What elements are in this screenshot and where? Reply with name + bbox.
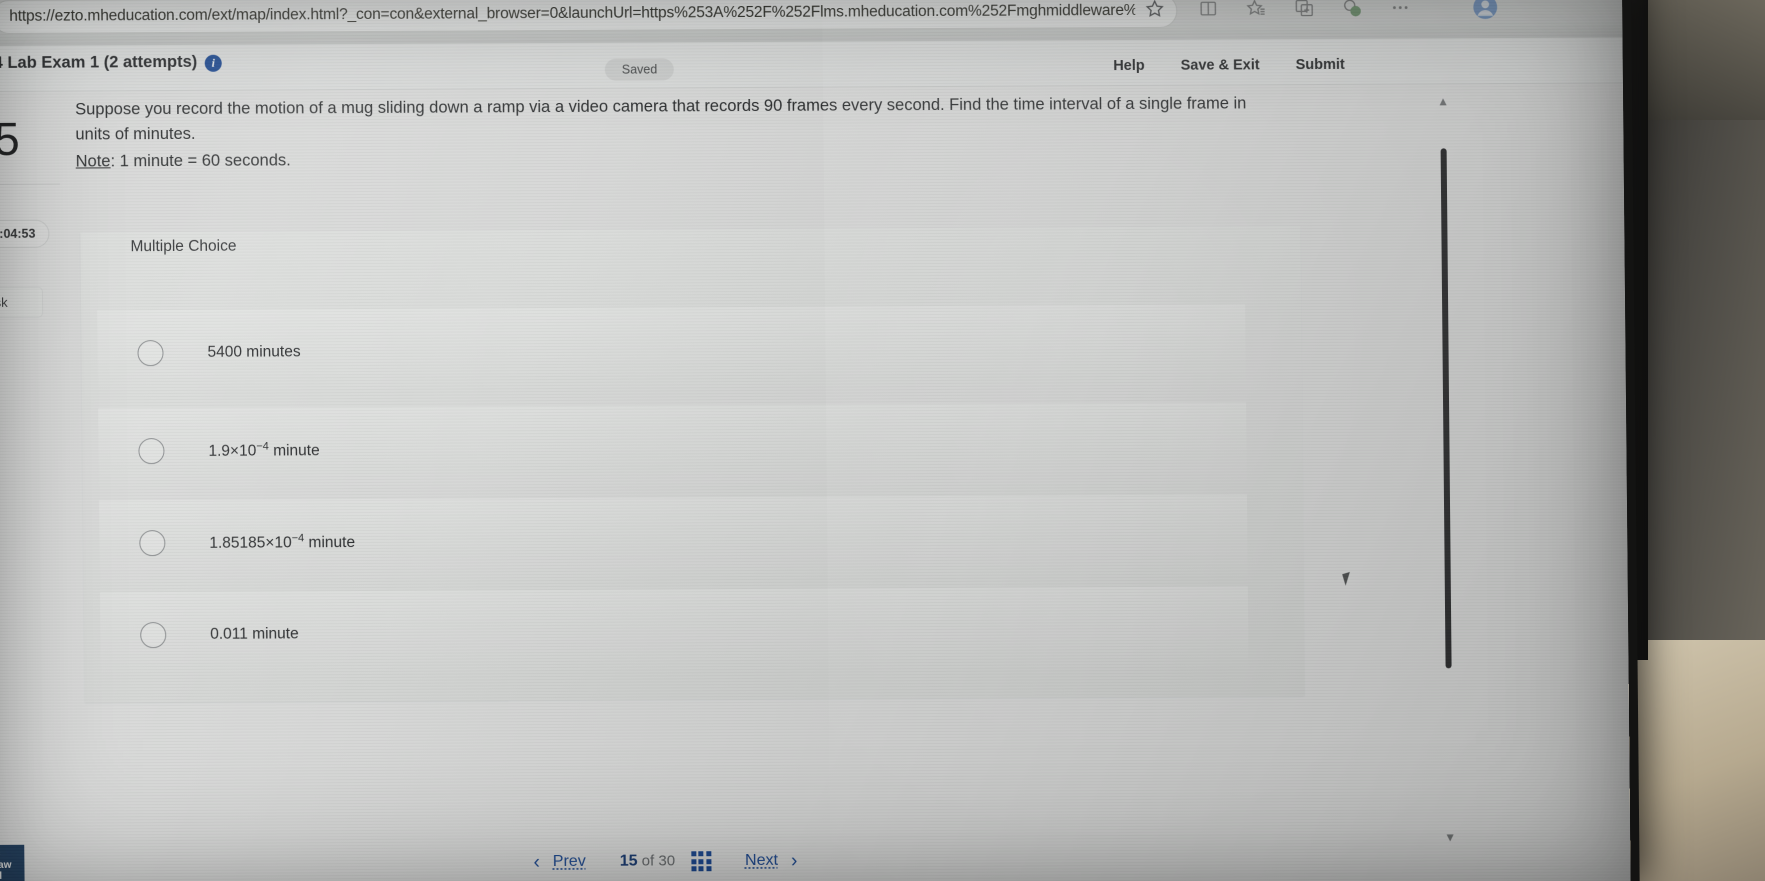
answer-option-c[interactable]: 1.85185×10−4 minute — [98, 494, 1248, 587]
submit-button[interactable]: Submit — [1296, 57, 1345, 73]
option-b-unit: minute — [268, 442, 320, 460]
answer-option-d-label: 0.011 minute — [210, 625, 299, 643]
question-type-label: Multiple Choice — [130, 237, 237, 256]
next-label: Next — [745, 851, 779, 870]
question-grid-icon[interactable] — [690, 851, 712, 872]
exam-header: ek 4 Lab Exam 1 (2 attempts) i Saved Hel… — [0, 37, 1623, 92]
exam-timer: 01:04:53 — [0, 219, 50, 249]
save-and-exit-button[interactable]: Save & Exit — [1181, 57, 1260, 73]
scroll-up-arrow[interactable]: ▲ — [1437, 94, 1449, 108]
question-number: 15 — [0, 112, 19, 166]
answer-option-b-label: 1.9×10−4 minute — [208, 440, 319, 461]
browser-toolbar-icons — [1198, 0, 1498, 27]
monitor-screen: https://ezto.mheducation.com/ext/map/ind… — [0, 0, 1631, 881]
scrollbar-thumb[interactable] — [1440, 148, 1452, 669]
logo-line-1: Mc — [0, 848, 24, 860]
ask-button[interactable]: Ask — [0, 286, 44, 319]
header-actions: Help Save & Exit Submit — [1113, 57, 1345, 74]
answer-card: Multiple Choice 5400 minutes 1.9×10−4 mi… — [80, 226, 1305, 703]
chevron-left-icon: ‹ — [533, 851, 540, 873]
mcgraw-hill-logo: Mc Graw Hill — [0, 844, 25, 881]
answer-option-b[interactable]: 1.9×10−4 minute — [98, 402, 1247, 495]
help-button[interactable]: Help — [1113, 58, 1145, 74]
page-scrollbar[interactable]: ▲ ▼ — [1435, 94, 1458, 844]
scroll-down-arrow[interactable]: ▼ — [1444, 830, 1456, 844]
answer-option-a-label: 5400 minutes — [207, 343, 301, 361]
radio-button-d[interactable] — [140, 622, 167, 649]
more-options-icon[interactable] — [1390, 0, 1410, 23]
note-label: Note — [75, 152, 111, 171]
question-note: Note: 1 minute = 60 seconds. — [76, 143, 1301, 174]
collections-star-icon[interactable] — [1246, 0, 1266, 23]
question-rail: 15 01:04:53 Ask — [0, 92, 66, 852]
address-bar[interactable]: https://ezto.mheducation.com/ext/map/ind… — [0, 0, 1178, 34]
photo-scene: https://ezto.mheducation.com/ext/map/ind… — [0, 0, 1765, 881]
logo-line-2: Graw — [0, 859, 12, 871]
answer-option-d[interactable]: 0.011 minute — [99, 586, 1249, 679]
note-text: : 1 minute = 60 seconds. — [110, 151, 291, 171]
info-icon[interactable]: i — [204, 54, 222, 72]
mouse-cursor — [1342, 571, 1354, 586]
background-lower-panel — [1628, 640, 1765, 881]
favorite-star-icon[interactable] — [1145, 0, 1164, 23]
answer-option-a[interactable]: 5400 minutes — [97, 304, 1246, 397]
background-upper-panel — [1648, 0, 1765, 120]
prev-label: Prev — [552, 852, 586, 871]
next-button[interactable]: Next › — [745, 850, 798, 872]
rail-divider — [0, 183, 60, 186]
counter-current: 15 — [619, 852, 638, 870]
profile-icon[interactable] — [1472, 0, 1498, 25]
extensions-icon[interactable] — [1342, 0, 1362, 23]
counter-total: 30 — [658, 852, 676, 870]
counter-of: of — [641, 852, 655, 870]
page-title: ek 4 Lab Exam 1 (2 attempts) — [0, 52, 198, 72]
question-stem: Suppose you record the motion of a mug s… — [75, 91, 1301, 174]
prev-button[interactable]: ‹ Prev — [533, 851, 586, 873]
radio-button-b[interactable] — [138, 438, 165, 465]
option-c-exponent: −4 — [291, 532, 305, 545]
radio-button-a[interactable] — [137, 340, 164, 367]
option-b-base: 1.9×10 — [208, 442, 257, 460]
url-text: https://ezto.mheducation.com/ext/map/ind… — [9, 1, 1136, 25]
split-screen-icon[interactable] — [1198, 0, 1218, 24]
answer-option-c-label: 1.85185×10−4 minute — [209, 532, 355, 553]
question-navigation: ‹ Prev 15 of 30 Next › — [0, 848, 1341, 875]
logo-line-3: Hill — [0, 870, 3, 881]
option-c-unit: minute — [304, 534, 356, 552]
browser-essentials-icon[interactable] — [1294, 0, 1314, 23]
option-b-exponent: −4 — [256, 440, 269, 453]
chevron-right-icon: › — [790, 850, 798, 872]
save-status-badge: Saved — [604, 58, 675, 81]
question-counter: 15 of 30 — [620, 852, 676, 870]
radio-button-c[interactable] — [139, 530, 166, 557]
option-c-base: 1.85185×10 — [209, 534, 292, 552]
